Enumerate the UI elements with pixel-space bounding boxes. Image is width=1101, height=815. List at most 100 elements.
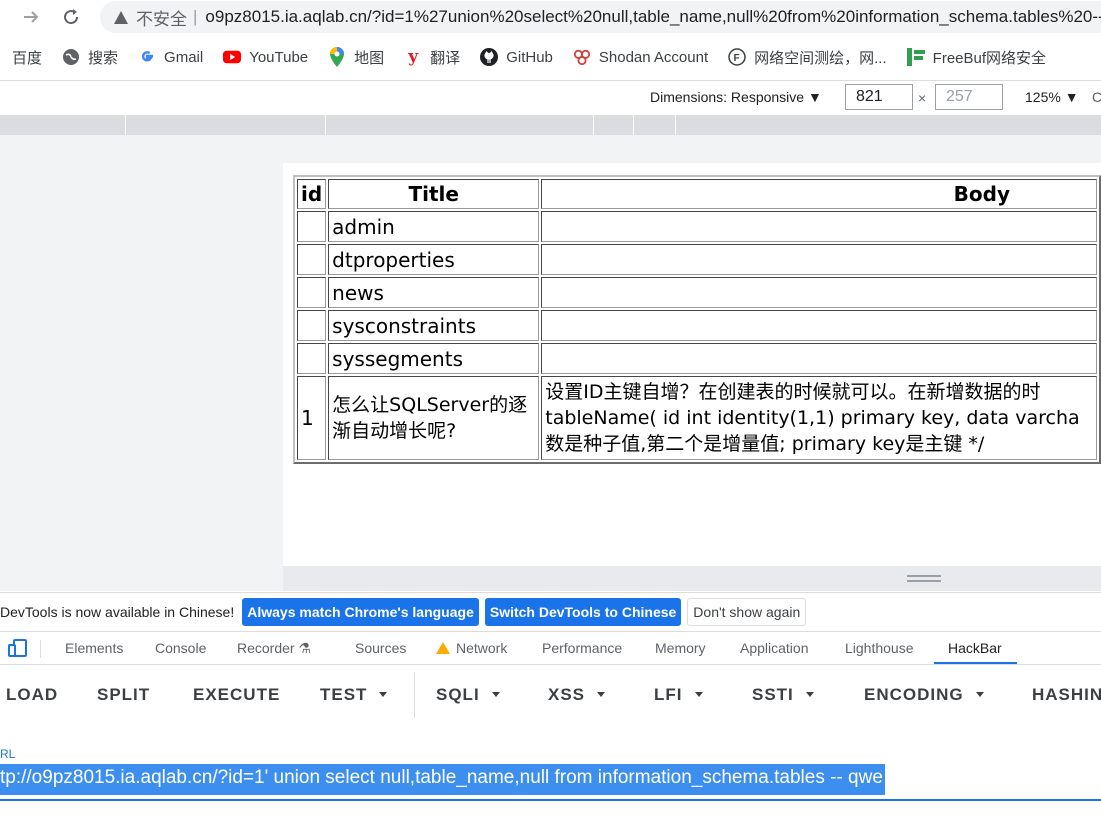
ruler-divider	[125, 115, 126, 135]
resize-grip-line[interactable]	[907, 575, 941, 577]
body-line: 设置ID主键自增？在创建表的时候就可以。在新增数据的时	[545, 381, 1041, 403]
caret-down-icon	[597, 692, 606, 697]
language-banner: DevTools is now available in Chinese! Al…	[0, 592, 1101, 630]
cell-title: 怎么让SQLServer的逐 渐自动增长呢?	[328, 376, 540, 460]
cell-body	[541, 211, 1097, 242]
toolbar-divider	[414, 672, 415, 718]
xss-menu[interactable]: XSS	[548, 685, 606, 705]
not-secure-warning-icon[interactable]	[114, 10, 128, 24]
zoom-value: 125%	[1025, 89, 1061, 105]
tab-performance[interactable]: Performance	[542, 640, 622, 656]
active-tab-indicator	[934, 662, 1017, 664]
omnibox[interactable]: 不安全 | o9pz8015.ia.aqlab.cn/?id=1%27union…	[100, 1, 1101, 33]
bookmark-label: GitHub	[506, 48, 553, 66]
test-menu[interactable]: TEST	[320, 685, 388, 705]
tab-network[interactable]: Network	[436, 640, 507, 656]
youtube-icon	[223, 48, 242, 66]
bookmark-label: 百度	[12, 49, 43, 67]
menu-label: TEST	[320, 685, 368, 704]
bookmark-label: 搜索	[88, 49, 119, 67]
bookmark-fofa[interactable]: F 网络空间测绘，网...	[728, 47, 887, 68]
cell-id	[297, 343, 327, 374]
cell-body	[541, 277, 1097, 308]
bookmark-shodan[interactable]: Shodan Account	[573, 48, 708, 66]
freebuf-icon	[906, 48, 925, 66]
cell-id	[297, 244, 327, 275]
resize-grip-line[interactable]	[907, 580, 941, 582]
execute-button[interactable]: EXECUTE	[193, 685, 280, 705]
tab-application[interactable]: Application	[740, 640, 809, 656]
body-line: tableName( id int identity(1,1) primary …	[545, 407, 1080, 429]
dont-show-again-button[interactable]: Don't show again	[687, 597, 807, 626]
tab-memory[interactable]: Memory	[655, 640, 706, 656]
bookmark-label: 网络空间测绘，网...	[754, 49, 887, 67]
cell-body	[541, 244, 1097, 275]
hashing-menu[interactable]: HASHIN	[1032, 685, 1101, 705]
dimensions-label: Dimensions: Responsive	[650, 89, 805, 105]
tab-sources[interactable]: Sources	[355, 640, 406, 656]
bookmark-baidu[interactable]: 百度	[12, 47, 42, 68]
zoom-dropdown[interactable]: 125% ▼	[1025, 89, 1079, 105]
body-line: 数是种子值,第二个是增量值; primary key是主键 */	[545, 433, 985, 455]
omnibox-separator: |	[193, 7, 198, 26]
bookmark-search[interactable]: 搜索	[62, 47, 118, 68]
device-toggle-icon[interactable]	[8, 639, 28, 657]
ssti-menu[interactable]: SSTI	[752, 685, 814, 705]
google-icon	[138, 48, 156, 66]
header-title: Title	[328, 179, 540, 209]
forward-arrow-icon[interactable]	[18, 4, 44, 30]
ruler-divider	[325, 115, 326, 135]
tab-console[interactable]: Console	[155, 640, 206, 656]
svg-text:F: F	[734, 53, 740, 64]
url-textarea[interactable]: tp://o9pz8015.ia.aqlab.cn/?id=1' union s…	[0, 764, 885, 795]
menu-label: SQLI	[436, 685, 480, 704]
bookmark-github[interactable]: GitHub	[480, 48, 553, 66]
split-button[interactable]: SPLIT	[97, 685, 150, 705]
reload-icon[interactable]	[58, 4, 84, 30]
cell-body	[541, 310, 1097, 341]
menu-label: XSS	[548, 685, 586, 704]
cell-title: admin	[328, 211, 540, 242]
bookmark-youtube[interactable]: YouTube	[223, 48, 308, 66]
tab-label: Recorder	[237, 640, 295, 656]
header-id: id	[297, 179, 327, 209]
bookmark-freebuf[interactable]: FreeBuf网络安全	[906, 47, 1047, 68]
bookmark-label: 翻译	[430, 49, 461, 67]
dimensions-dropdown[interactable]: Dimensions: Responsive ▼	[650, 89, 822, 105]
lfi-menu[interactable]: LFI	[654, 685, 703, 705]
load-button[interactable]: LOAD	[6, 685, 58, 705]
bookmark-label: 地图	[354, 49, 385, 67]
encoding-menu[interactable]: ENCODING	[864, 685, 984, 705]
bookmark-label: FreeBuf网络安全	[932, 49, 1047, 67]
tab-hackbar[interactable]: HackBar	[948, 640, 1002, 656]
height-input[interactable]: 257	[935, 84, 1003, 110]
cell-title: news	[328, 277, 540, 308]
omnibox-url[interactable]: o9pz8015.ia.aqlab.cn/?id=1%27union%20sel…	[205, 7, 1101, 27]
security-label[interactable]: 不安全	[136, 5, 187, 30]
width-input[interactable]: 821	[845, 84, 913, 110]
bookmark-gmail[interactable]: Gmail	[138, 48, 203, 66]
bookmark-label: Shodan Account	[598, 48, 709, 66]
sqli-menu[interactable]: SQLI	[436, 685, 500, 705]
always-match-language-button[interactable]: Always match Chrome's language	[242, 597, 479, 626]
table-row: admin	[297, 211, 1097, 242]
media-query-ruler[interactable]	[0, 115, 1101, 135]
caret-down-icon	[379, 692, 388, 697]
switch-to-chinese-button[interactable]: Switch DevTools to Chinese	[484, 597, 682, 626]
header-body: Body	[541, 179, 1097, 209]
tab-lighthouse[interactable]: Lighthouse	[845, 640, 914, 656]
cell-body: 设置ID主键自增？在创建表的时候就可以。在新增数据的时 tableName( i…	[541, 376, 1097, 460]
caret-down-icon	[805, 692, 814, 697]
yandex-icon: y	[408, 47, 419, 67]
tab-recorder[interactable]: Recorder ⚗	[237, 640, 311, 657]
bookmark-maps[interactable]: 地图	[328, 47, 384, 68]
bookmarks-bar: 百度 搜索 Gmail YouTube 地图 y 翻译 GitHub Shoda…	[0, 40, 1101, 74]
globe-icon	[62, 48, 80, 66]
bookmark-translate[interactable]: y 翻译	[404, 47, 460, 68]
title-line: 怎么让SQLServer的逐	[332, 394, 528, 416]
ruler-divider	[593, 115, 594, 135]
tab-elements[interactable]: Elements	[65, 640, 123, 656]
table-row: 1 怎么让SQLServer的逐 渐自动增长呢? 设置ID主键自增？在创建表的时…	[297, 376, 1097, 460]
cell-title: dtproperties	[328, 244, 540, 275]
viewport-resize-handle[interactable]	[283, 566, 1101, 591]
